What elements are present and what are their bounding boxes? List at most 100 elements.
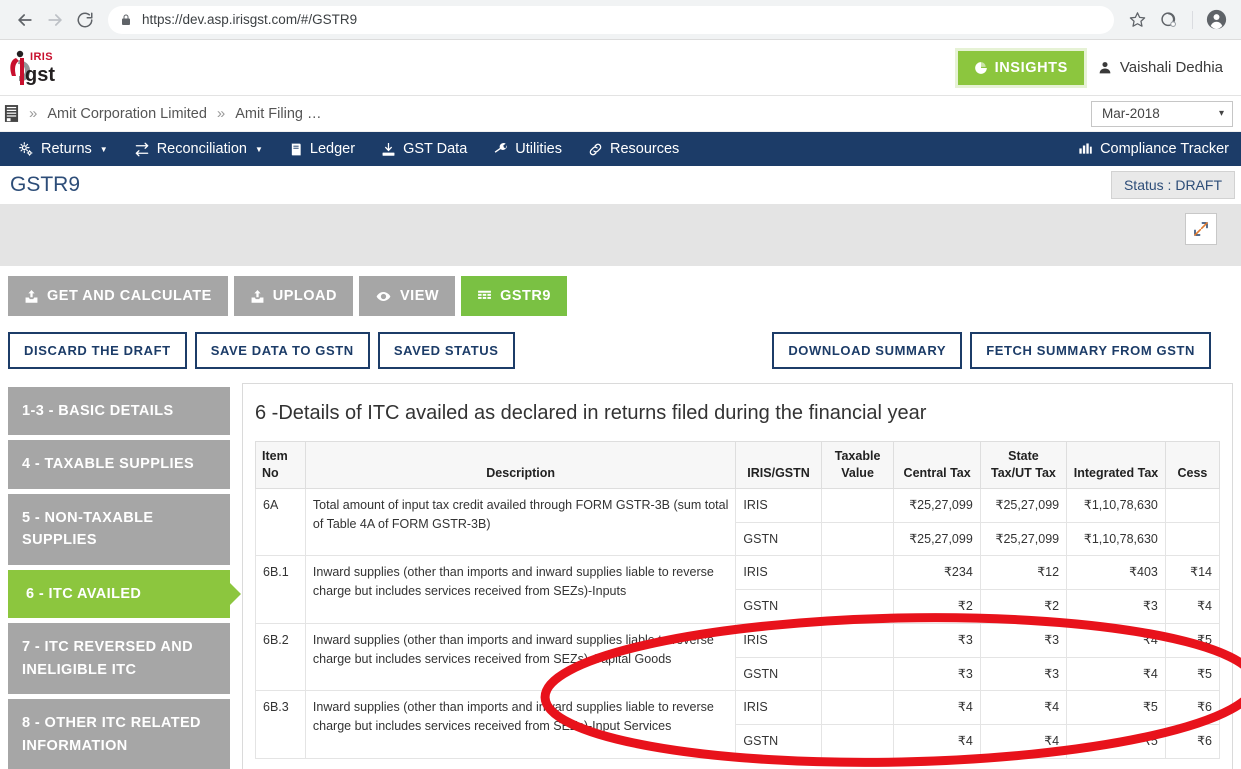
view-button[interactable]: VIEW bbox=[359, 276, 456, 316]
back-button[interactable] bbox=[10, 5, 40, 35]
cell-description: Inward supplies (other than imports and … bbox=[304, 622, 737, 692]
nav-item-reconciliation[interactable]: Reconciliation ▼ bbox=[121, 141, 276, 157]
table-header-row: Item No Description IRIS/GSTN Taxable Va… bbox=[255, 441, 1221, 489]
get-and-calculate-button[interactable]: GET AND CALCULATE bbox=[8, 276, 228, 316]
cell-taxable-value bbox=[820, 622, 895, 658]
cell-central-tax: ₹25,27,099 bbox=[893, 487, 981, 523]
sidebar-item-taxable-supplies[interactable]: 4 - TAXABLE SUPPLIES bbox=[8, 440, 230, 489]
table-body: 6A Total amount of input tax credit avai… bbox=[255, 487, 1221, 759]
sidebar-item-other-itc-info[interactable]: 8 - OTHER ITC RELATED INFORMATION bbox=[8, 699, 230, 769]
profile-avatar-icon[interactable] bbox=[1201, 5, 1231, 35]
sidebar-item-itc-reversed[interactable]: 7 - ITC REVERSED AND INELIGIBLE ITC bbox=[8, 623, 230, 695]
cell-central-tax: ₹3 bbox=[893, 656, 981, 692]
breadcrumb: » Amit Corporation Limited » Amit Filing… bbox=[4, 105, 321, 122]
building-icon[interactable] bbox=[4, 105, 19, 122]
cell-cess: ₹5 bbox=[1164, 656, 1221, 692]
expand-arrows-icon[interactable] bbox=[1185, 213, 1217, 245]
cell-item-no: 6B.1 bbox=[255, 555, 306, 624]
nav-item-returns[interactable]: Returns ▼ bbox=[6, 141, 121, 157]
user-icon bbox=[1098, 60, 1112, 75]
nav-item-ledger[interactable]: Ledger bbox=[276, 141, 368, 157]
table-row[interactable]: 6B.2 Inward supplies (other than imports… bbox=[255, 622, 1221, 692]
browser-toolbar: https://dev.asp.irisgst.com/#/GSTR9 bbox=[0, 0, 1241, 40]
cell-cess: ₹6 bbox=[1164, 724, 1221, 759]
cell-state-tax: ₹4 bbox=[979, 690, 1068, 725]
cell-integrated-tax: ₹1,10,78,630 bbox=[1066, 521, 1166, 557]
col-integrated-tax: Integrated Tax bbox=[1066, 441, 1166, 489]
star-icon[interactable] bbox=[1122, 5, 1152, 35]
cell-state-tax: ₹12 bbox=[979, 555, 1068, 590]
extension-icon[interactable] bbox=[1154, 5, 1184, 35]
cell-description: Inward supplies (other than imports and … bbox=[304, 690, 737, 759]
cell-taxable-value bbox=[820, 521, 895, 557]
upload-button[interactable]: UPLOAD bbox=[233, 276, 353, 316]
sidebar-item-non-taxable-supplies[interactable]: 5 - NON-TAXABLE SUPPLIES bbox=[8, 493, 230, 565]
breadcrumb-item-company[interactable]: Amit Corporation Limited bbox=[47, 106, 207, 122]
gstr9-button[interactable]: GSTR9 bbox=[461, 276, 567, 316]
insights-button[interactable]: INSIGHTS bbox=[957, 50, 1084, 85]
cell-state-tax: ₹3 bbox=[979, 656, 1068, 692]
table-row[interactable]: 6B.1 Inward supplies (other than imports… bbox=[255, 555, 1221, 624]
cell-integrated-tax: ₹5 bbox=[1066, 724, 1166, 759]
upload-box-icon bbox=[24, 289, 39, 304]
cell-source: GSTN bbox=[735, 521, 822, 557]
itc-availed-table: Item No Description IRIS/GSTN Taxable Va… bbox=[255, 441, 1221, 759]
cell-taxable-value bbox=[820, 487, 895, 523]
irisgst-logo[interactable]: IRIS gst bbox=[6, 45, 80, 91]
gstr9-label: GSTR9 bbox=[500, 288, 551, 304]
caret-down-icon: ▼ bbox=[99, 144, 108, 154]
insights-label: INSIGHTS bbox=[994, 59, 1068, 76]
table-row[interactable]: 6B.3 Inward supplies (other than imports… bbox=[255, 690, 1221, 759]
compliance-tracker-label: Compliance Tracker bbox=[1100, 141, 1229, 157]
cell-source: IRIS bbox=[735, 690, 822, 725]
page-title: GSTR9 bbox=[10, 173, 81, 196]
address-bar[interactable]: https://dev.asp.irisgst.com/#/GSTR9 bbox=[108, 5, 1114, 34]
save-data-to-gstn-button[interactable]: SAVE DATA TO GSTN bbox=[194, 332, 370, 369]
table-row[interactable]: 6A Total amount of input tax credit avai… bbox=[255, 487, 1221, 557]
caret-down-icon: ▼ bbox=[254, 144, 263, 154]
sidebar-item-itc-availed[interactable]: 6 - ITC AVAILED bbox=[8, 569, 230, 619]
nav-item-utilities[interactable]: Utilities bbox=[480, 141, 575, 157]
itc-availed-panel: 6 -Details of ITC availed as declared in… bbox=[242, 383, 1233, 769]
discard-the-draft-button[interactable]: DISCARD THE DRAFT bbox=[8, 332, 187, 369]
cell-central-tax: ₹3 bbox=[893, 622, 981, 658]
link-icon bbox=[588, 142, 603, 157]
cell-state-tax: ₹4 bbox=[979, 724, 1068, 759]
fetch-summary-from-gstn-button[interactable]: FETCH SUMMARY FROM GSTN bbox=[970, 332, 1211, 369]
breadcrumb-item-filing[interactable]: Amit Filing … bbox=[235, 106, 321, 122]
upload-label: UPLOAD bbox=[272, 288, 337, 304]
upload-box-icon bbox=[250, 289, 265, 304]
cell-cess: ₹14 bbox=[1164, 555, 1221, 590]
cell-source: IRIS bbox=[735, 487, 822, 523]
nav-item-gst-data[interactable]: GST Data bbox=[368, 141, 480, 157]
cell-taxable-value bbox=[820, 656, 895, 692]
cell-description: Total amount of input tax credit availed… bbox=[304, 487, 737, 557]
period-dropdown[interactable]: Mar-2018 ▾ bbox=[1091, 100, 1233, 127]
cell-central-tax: ₹234 bbox=[893, 555, 981, 590]
browser-actions bbox=[1122, 5, 1231, 35]
breadcrumb-bar: » Amit Corporation Limited » Amit Filing… bbox=[0, 96, 1241, 132]
cell-cess: ₹4 bbox=[1164, 589, 1221, 624]
cell-state-tax: ₹25,27,099 bbox=[979, 487, 1068, 523]
cell-integrated-tax: ₹1,10,78,630 bbox=[1066, 487, 1166, 523]
grid-icon bbox=[477, 289, 492, 303]
page-title-bar: GSTR9 Status : DRAFT bbox=[0, 166, 1241, 204]
wrench-icon bbox=[493, 142, 508, 157]
cell-cess bbox=[1164, 521, 1221, 557]
forward-button[interactable] bbox=[40, 5, 70, 35]
breadcrumb-separator-1: » bbox=[29, 105, 38, 122]
col-central-tax: Central Tax bbox=[893, 441, 981, 489]
sidebar-item-basic-details[interactable]: 1-3 - BASIC DETAILS bbox=[8, 387, 230, 436]
cell-source: GSTN bbox=[735, 724, 822, 759]
compliance-tracker-link[interactable]: Compliance Tracker bbox=[1078, 141, 1233, 157]
nav-item-resources[interactable]: Resources bbox=[575, 141, 692, 157]
col-state-tax: State Tax/UT Tax bbox=[979, 441, 1068, 489]
reload-button[interactable] bbox=[70, 5, 100, 35]
download-summary-button[interactable]: DOWNLOAD SUMMARY bbox=[772, 332, 963, 369]
eye-icon bbox=[375, 289, 392, 304]
section-sidebar: 1-3 - BASIC DETAILS 4 - TAXABLE SUPPLIES… bbox=[8, 383, 230, 769]
user-menu[interactable]: Vaishali Dedhia bbox=[1098, 59, 1231, 76]
cell-source: IRIS bbox=[735, 622, 822, 658]
cell-integrated-tax: ₹3 bbox=[1066, 589, 1166, 624]
saved-status-button[interactable]: SAVED STATUS bbox=[377, 332, 515, 369]
